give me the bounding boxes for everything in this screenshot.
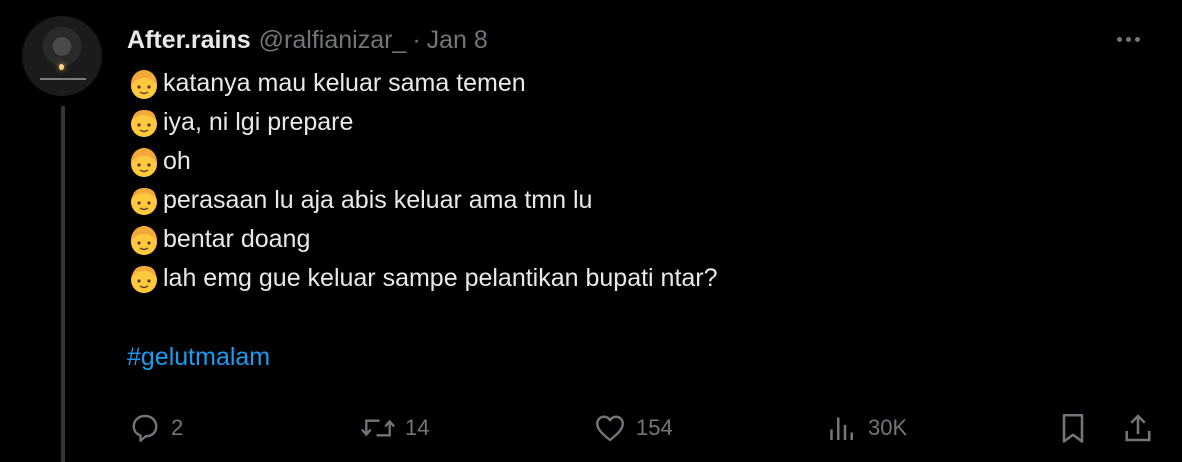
tweet-body: katanya mau keluar sama temen iya, ni lg… bbox=[127, 64, 718, 298]
avatar[interactable] bbox=[22, 16, 102, 96]
views-count: 30K bbox=[868, 415, 908, 440]
separator-dot: · bbox=[412, 25, 421, 54]
views-button[interactable]: 30K bbox=[824, 408, 907, 448]
share-button[interactable] bbox=[1120, 408, 1156, 448]
dialogue-text: bentar doang bbox=[163, 225, 311, 253]
dialogue-text: katanya mau keluar sama temen bbox=[163, 69, 526, 97]
more-options-icon[interactable] bbox=[1117, 22, 1140, 56]
avatar-caption bbox=[40, 78, 86, 80]
like-count: 154 bbox=[636, 415, 673, 440]
dialogue-line: bentar doang bbox=[127, 220, 718, 259]
dialogue-line: lah emg gue keluar sampe pelantikan bupa… bbox=[127, 259, 718, 298]
dialogue-line: oh bbox=[127, 142, 718, 181]
heart-icon bbox=[596, 415, 624, 442]
tweet-header: After.rains @ralfianizar_ · Jan 8 bbox=[127, 22, 488, 58]
repost-button[interactable]: 14 bbox=[359, 408, 429, 448]
avatar-light bbox=[59, 64, 64, 70]
thread-line bbox=[61, 106, 65, 462]
girl-emoji-icon bbox=[130, 225, 158, 255]
bookmark-icon bbox=[1062, 413, 1084, 443]
reply-button[interactable]: 2 bbox=[127, 408, 183, 448]
dialogue-text: perasaan lu aja abis keluar ama tmn lu bbox=[163, 186, 593, 214]
boy-emoji-icon bbox=[131, 265, 157, 293]
bookmark-button[interactable] bbox=[1055, 408, 1091, 448]
author-name[interactable]: After.rains bbox=[127, 26, 251, 55]
dialogue-line: katanya mau keluar sama temen bbox=[127, 64, 718, 103]
boy-emoji-icon bbox=[131, 187, 157, 215]
action-bar: 2 14 154 30K bbox=[127, 408, 1157, 448]
dialogue-line: perasaan lu aja abis keluar ama tmn lu bbox=[127, 181, 718, 220]
like-button[interactable]: 154 bbox=[592, 408, 673, 448]
reply-count: 2 bbox=[171, 415, 184, 440]
author-handle[interactable]: @ralfianizar_ bbox=[259, 26, 407, 55]
girl-emoji-icon bbox=[130, 69, 158, 99]
views-icon bbox=[830, 417, 854, 440]
repost-icon bbox=[361, 419, 395, 437]
hashtag-link[interactable]: #gelutmalam bbox=[127, 343, 270, 372]
dialogue-text: iya, ni lgi prepare bbox=[163, 108, 354, 136]
girl-emoji-icon bbox=[130, 147, 158, 177]
dialogue-line: iya, ni lgi prepare bbox=[127, 103, 718, 142]
repost-count: 14 bbox=[405, 415, 430, 440]
share-icon bbox=[1125, 414, 1151, 442]
tweet-date[interactable]: Jan 8 bbox=[427, 26, 488, 55]
reply-icon bbox=[132, 414, 158, 442]
dialogue-text: oh bbox=[163, 147, 191, 175]
dialogue-text: lah emg gue keluar sampe pelantikan bupa… bbox=[163, 264, 718, 292]
boy-emoji-icon bbox=[131, 109, 157, 137]
